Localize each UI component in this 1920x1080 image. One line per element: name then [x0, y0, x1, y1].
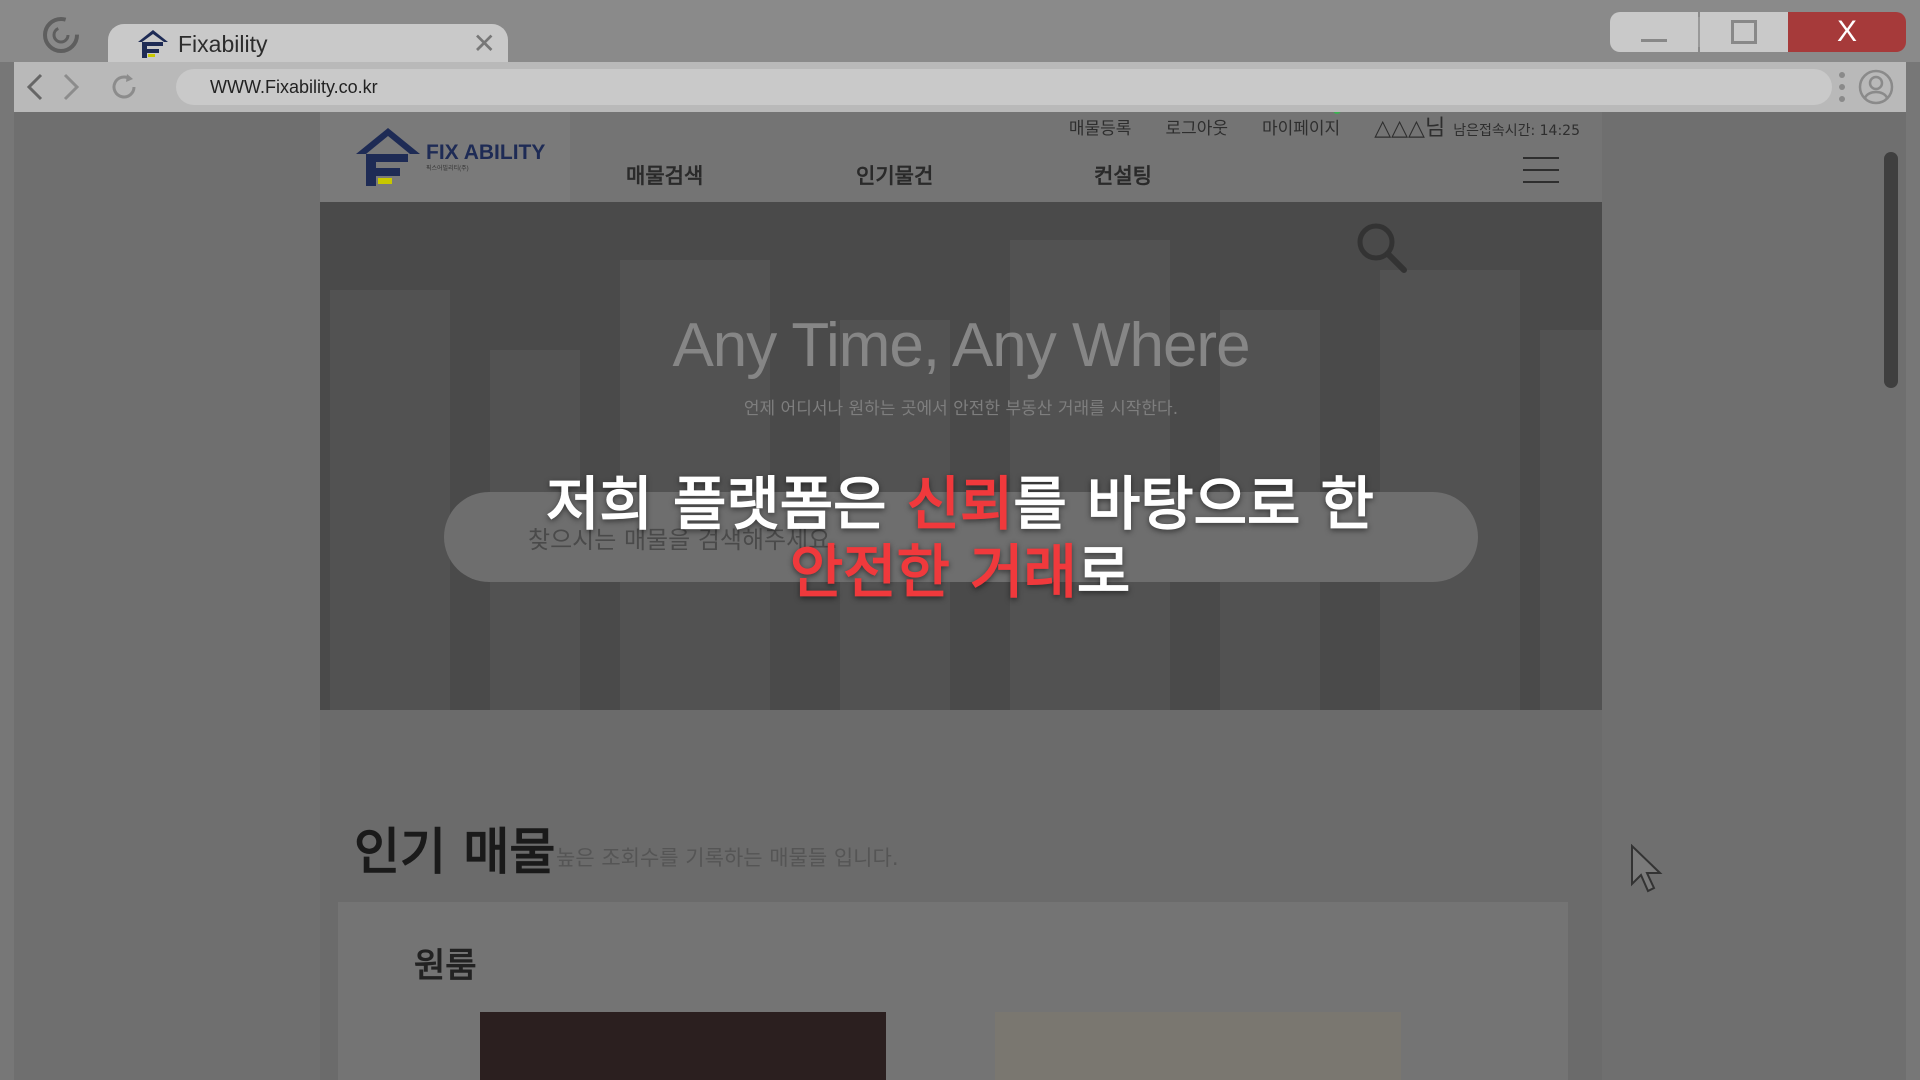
close-window-button[interactable]: X [1788, 12, 1906, 52]
caption-highlight: 안전한 거래 [789, 538, 1077, 606]
category-title: 원룸 [414, 946, 477, 986]
video-caption: 저희 플랫폼은 신뢰를 바탕으로 한 안전한 거래로 [0, 470, 1920, 606]
caption-line-2: 안전한 거래로 [789, 538, 1131, 606]
logout-link[interactable]: 로그아웃 [1165, 114, 1228, 139]
hero-title: Any Time, Any Where [672, 311, 1250, 380]
register-listing-link[interactable]: 매물등록 [1069, 114, 1132, 139]
browser-menu-icon[interactable] [1838, 72, 1846, 102]
user-name: △△△님 [1374, 116, 1446, 141]
minimize-icon [1641, 38, 1667, 42]
fixability-favicon-icon [138, 30, 168, 58]
browser-logo-icon [43, 17, 79, 53]
address-bar[interactable]: WWW.Fixability.co.kr [176, 69, 1832, 105]
tab-title: Fixability [178, 30, 268, 57]
top-utility-links: 매물등록 로그아웃 마이페이지 △△△님 남은접속시간: 14:25 [1069, 112, 1580, 142]
session-timer: 남은접속시간: 14:25 [1453, 123, 1580, 139]
listing-thumbnail[interactable] [995, 1012, 1401, 1080]
window-controls: X [1610, 12, 1906, 52]
back-arrow-icon[interactable] [20, 71, 52, 103]
maximize-icon [1731, 20, 1757, 44]
maximize-button[interactable] [1700, 12, 1788, 52]
page-scrollbar[interactable] [1884, 152, 1898, 388]
browser-toolbar: WWW.Fixability.co.kr [14, 62, 1906, 112]
nav-popular-listings[interactable]: 인기물건 [856, 160, 933, 190]
profile-icon[interactable] [1858, 69, 1894, 105]
nav-consulting[interactable]: 컨설팅 [1094, 160, 1152, 190]
hero-subtitle: 언제 어디서나 원하는 곳에서 안전한 부동산 거래를 시작한다. [743, 399, 1179, 419]
minimize-button[interactable] [1610, 12, 1698, 52]
mouse-cursor-icon [1631, 844, 1663, 893]
tab-close-icon[interactable]: ✕ [473, 30, 496, 58]
reload-icon[interactable] [108, 71, 140, 103]
forward-arrow-icon[interactable] [54, 71, 86, 103]
section-subtitle: 높은 조회수를 기록하는 매물들 입니다. [556, 846, 899, 870]
listing-thumbnail[interactable] [480, 1012, 886, 1080]
nav-listing-search[interactable]: 매물검색 [626, 160, 703, 190]
hero-banner: Any Time, Any Where 언제 어디서나 원하는 곳에서 안전한 … [320, 202, 1602, 710]
browser-tab[interactable]: Fixability ✕ [108, 24, 508, 64]
hamburger-menu-icon[interactable] [1523, 157, 1559, 183]
caption-highlight: 신뢰 [906, 470, 1014, 538]
section-title: 인기 매물 [354, 823, 556, 881]
mypage-link[interactable]: 마이페이지 [1262, 114, 1340, 139]
search-icon[interactable] [1354, 220, 1408, 274]
browser-titlebar: Fixability ✕ X [0, 0, 1920, 64]
user-info: △△△님 남은접속시간: 14:25 [1374, 112, 1580, 142]
main-nav: 매물검색 인기물건 컨설팅 [320, 152, 1602, 192]
site-header: FIX ABILITY 픽스어빌리티(주) 매물등록 로그아웃 마이페이지 △△… [320, 112, 1602, 202]
caption-line-1: 저희 플랫폼은 신뢰를 바탕으로 한 [546, 470, 1374, 538]
